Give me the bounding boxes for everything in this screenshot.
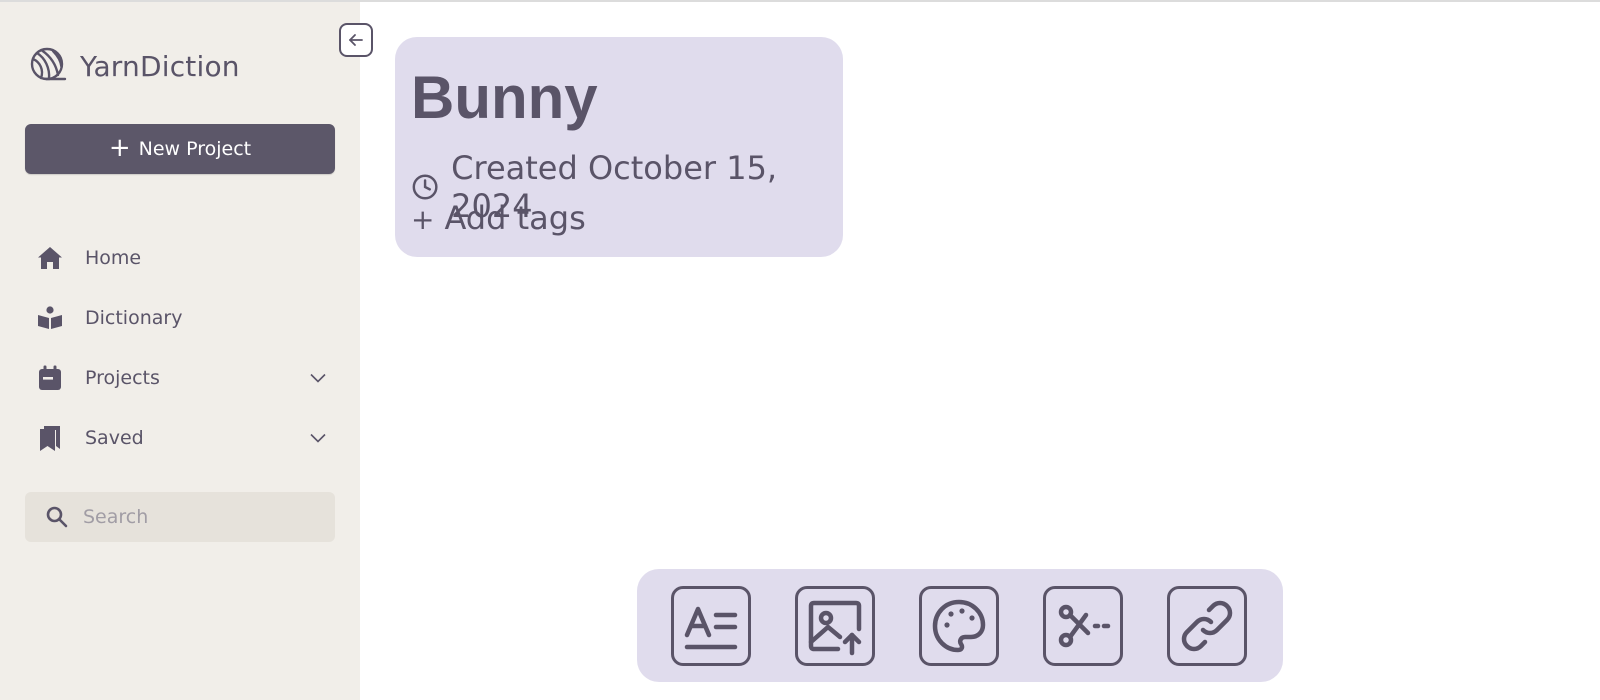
scissors-icon	[1058, 604, 1111, 648]
search-box	[25, 492, 335, 542]
editor-toolbar	[637, 569, 1283, 682]
sidebar-item-saved[interactable]: Saved	[36, 418, 336, 458]
sidebar-item-label: Saved	[85, 427, 144, 449]
image-upload-tool-button[interactable]	[795, 586, 875, 666]
link-tool-button[interactable]	[1167, 586, 1247, 666]
sidebar: YarnDiction + New Project Home Dictionar…	[0, 2, 360, 700]
sidebar-item-label: Home	[85, 247, 142, 269]
add-tags-button[interactable]: + Add tags	[411, 199, 586, 237]
bookmark-icon	[36, 424, 64, 452]
cut-tool-button[interactable]	[1043, 586, 1123, 666]
color-palette-tool-button[interactable]	[919, 586, 999, 666]
chevron-down-icon[interactable]	[310, 433, 326, 443]
add-tags-label: Add tags	[444, 199, 586, 237]
sidebar-item-dictionary[interactable]: Dictionary	[36, 298, 336, 338]
app-name: YarnDiction	[80, 49, 240, 83]
project-title[interactable]: Bunny	[411, 63, 598, 132]
palette-icon	[932, 599, 986, 653]
sidebar-item-label: Dictionary	[85, 307, 183, 329]
new-project-label: New Project	[138, 138, 252, 160]
link-icon	[1181, 600, 1233, 652]
chevron-down-icon[interactable]	[310, 373, 326, 383]
plus-icon: +	[108, 132, 131, 163]
clock-icon	[412, 174, 438, 200]
text-format-icon	[684, 606, 738, 650]
book-reader-icon	[36, 304, 64, 332]
search-input[interactable]	[81, 505, 325, 529]
yarn-ball-icon	[30, 47, 67, 81]
image-upload-icon	[808, 600, 862, 656]
new-project-button[interactable]: + New Project	[25, 124, 335, 174]
app-logo[interactable]: YarnDiction	[28, 46, 240, 86]
calendar-icon	[36, 364, 64, 392]
text-tool-button[interactable]	[671, 586, 751, 666]
collapse-sidebar-button[interactable]	[339, 23, 373, 57]
project-header-card: Bunny Created October 15, 2024 + Add tags	[395, 37, 843, 257]
sidebar-item-home[interactable]: Home	[36, 238, 336, 278]
plus-icon: +	[411, 203, 435, 236]
arrow-left-icon	[349, 34, 363, 46]
home-icon	[36, 244, 64, 272]
search-icon	[46, 506, 68, 528]
sidebar-item-projects[interactable]: Projects	[36, 358, 336, 398]
sidebar-item-label: Projects	[85, 367, 160, 389]
